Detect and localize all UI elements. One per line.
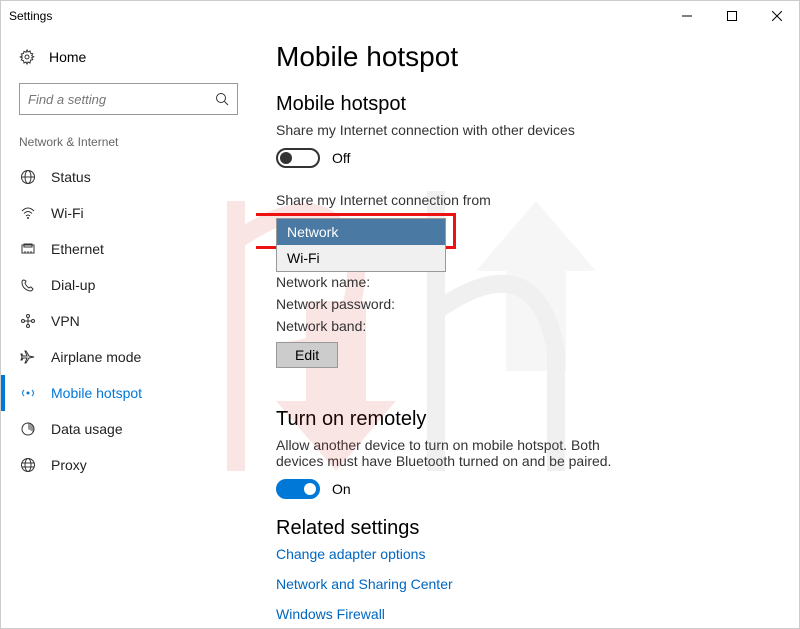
nav-label: Ethernet xyxy=(51,241,104,257)
link-network-sharing[interactable]: Network and Sharing Center xyxy=(276,576,779,592)
dropdown-option-network[interactable]: Network xyxy=(277,219,445,245)
edit-button[interactable]: Edit xyxy=(276,342,338,368)
remote-desc: Allow another device to turn on mobile h… xyxy=(276,437,616,469)
hotspot-desc: Share my Internet connection with other … xyxy=(276,122,779,138)
close-button[interactable] xyxy=(754,1,799,31)
related-heading: Related settings xyxy=(276,517,779,540)
home-label: Home xyxy=(49,49,86,65)
remote-toggle[interactable] xyxy=(276,479,320,499)
data-icon xyxy=(19,421,37,437)
search-box[interactable] xyxy=(19,83,238,115)
proxy-icon xyxy=(19,457,37,473)
search-input[interactable] xyxy=(28,92,215,107)
vpn-icon xyxy=(19,313,37,329)
globe-icon xyxy=(19,169,37,185)
main-panel: Mobile hotspot Mobile hotspot Share my I… xyxy=(256,31,799,628)
network-band-label: Network band: xyxy=(276,318,779,334)
category-header: Network & Internet xyxy=(1,135,256,159)
nav-status[interactable]: Status xyxy=(1,159,256,195)
nav-label: Mobile hotspot xyxy=(51,385,142,401)
nav-label: Proxy xyxy=(51,457,87,473)
nav-proxy[interactable]: Proxy xyxy=(1,447,256,483)
network-password-label: Network password: xyxy=(276,296,779,312)
network-name-label: Network name: xyxy=(276,274,779,290)
share-from-label: Share my Internet connection from xyxy=(276,192,779,208)
nav-vpn[interactable]: VPN xyxy=(1,303,256,339)
wifi-icon xyxy=(19,205,37,221)
nav-label: VPN xyxy=(51,313,80,329)
hotspot-toggle-label: Off xyxy=(332,150,350,166)
hotspot-icon xyxy=(19,385,37,401)
nav-dialup[interactable]: Dial-up xyxy=(1,267,256,303)
titlebar: Settings xyxy=(1,1,799,31)
window-controls xyxy=(664,1,799,31)
home-nav[interactable]: Home xyxy=(1,41,256,73)
search-icon xyxy=(215,92,229,106)
airplane-icon xyxy=(19,349,37,365)
page-title: Mobile hotspot xyxy=(276,41,779,73)
hotspot-toggle[interactable] xyxy=(276,148,320,168)
nav-wifi[interactable]: Wi-Fi xyxy=(1,195,256,231)
nav-label: Status xyxy=(51,169,91,185)
dialup-icon xyxy=(19,277,37,293)
ethernet-icon xyxy=(19,241,37,257)
maximize-button[interactable] xyxy=(709,1,754,31)
sidebar: Home Network & Internet Status Wi-Fi Eth… xyxy=(1,31,256,628)
nav-airplane[interactable]: Airplane mode xyxy=(1,339,256,375)
nav-hotspot[interactable]: Mobile hotspot xyxy=(1,375,256,411)
nav-label: Dial-up xyxy=(51,277,95,293)
share-from-dropdown[interactable]: Network Wi-Fi xyxy=(276,218,446,272)
hotspot-heading: Mobile hotspot xyxy=(276,93,779,116)
nav-datausage[interactable]: Data usage xyxy=(1,411,256,447)
remote-toggle-label: On xyxy=(332,481,351,497)
dropdown-option-wifi[interactable]: Wi-Fi xyxy=(277,245,445,271)
link-adapter-options[interactable]: Change adapter options xyxy=(276,546,779,562)
nav-label: Data usage xyxy=(51,421,123,437)
nav-label: Airplane mode xyxy=(51,349,141,365)
link-windows-firewall[interactable]: Windows Firewall xyxy=(276,606,779,622)
nav-ethernet[interactable]: Ethernet xyxy=(1,231,256,267)
remote-heading: Turn on remotely xyxy=(276,408,779,431)
nav-label: Wi-Fi xyxy=(51,205,84,221)
window-title: Settings xyxy=(9,9,52,23)
gear-icon xyxy=(19,49,35,65)
minimize-button[interactable] xyxy=(664,1,709,31)
